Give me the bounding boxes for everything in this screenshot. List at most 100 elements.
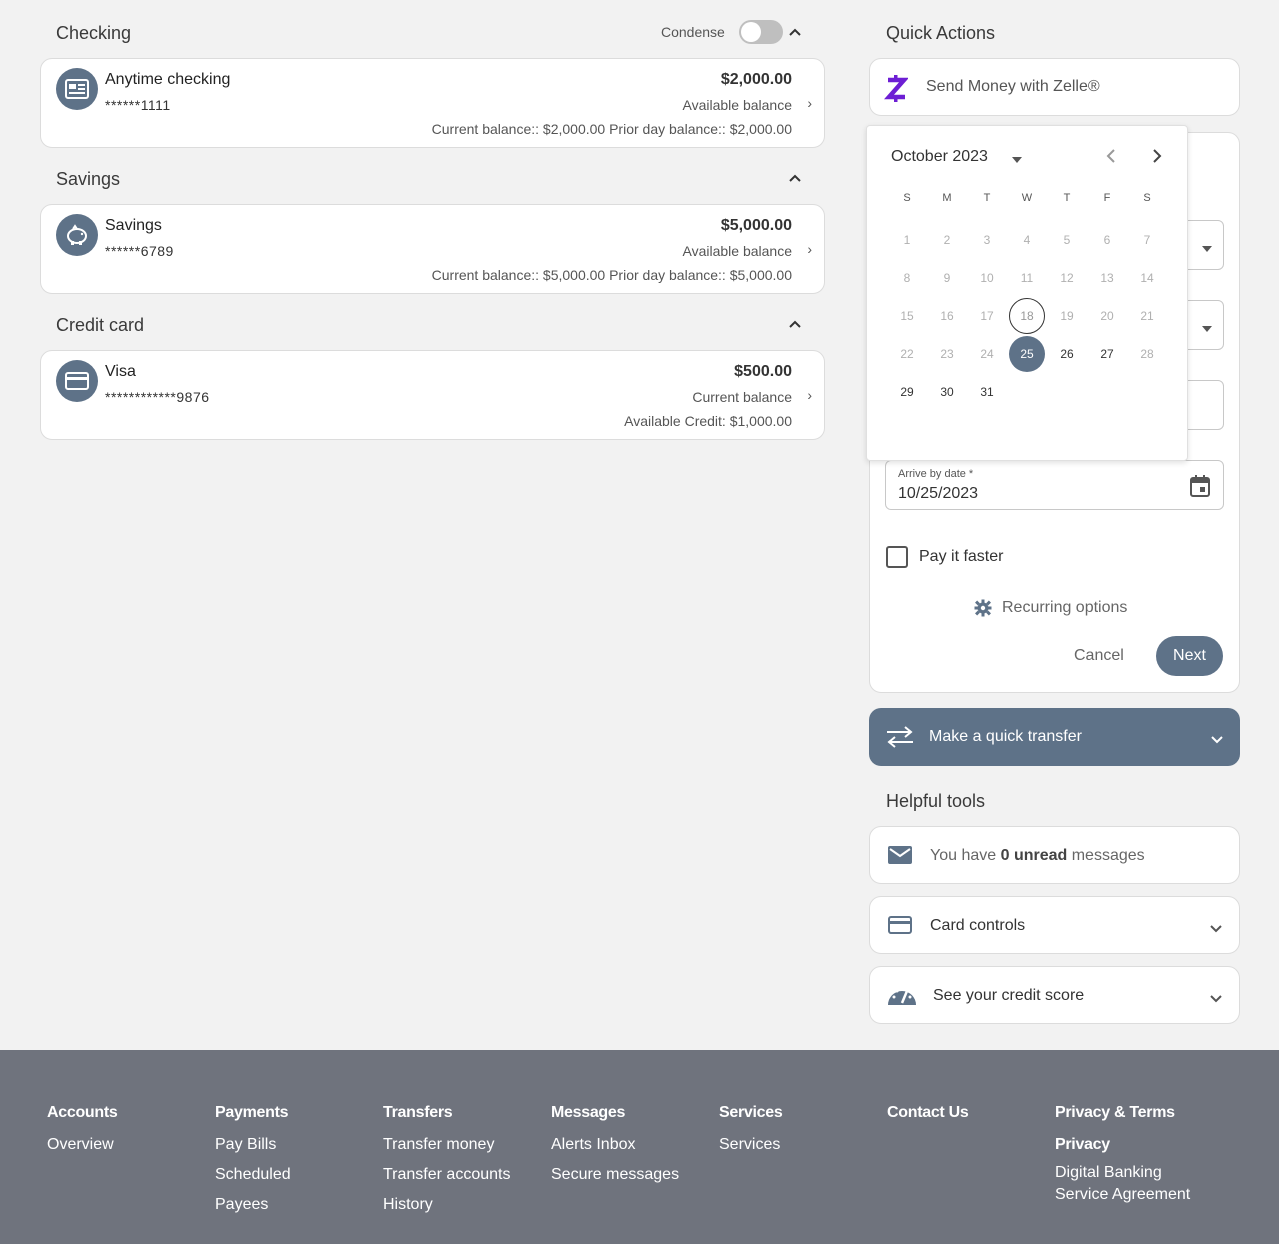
credit-section-title: Credit card <box>56 315 145 335</box>
cancel-button[interactable]: Cancel <box>1074 647 1124 665</box>
calendar-day[interactable]: 17 <box>969 298 1005 334</box>
calendar-day[interactable]: 18 <box>1009 298 1045 334</box>
calendar-day[interactable]: 19 <box>1049 298 1085 334</box>
calendar-day[interactable]: 23 <box>929 336 965 372</box>
card-controls-label: Card controls <box>930 917 1026 934</box>
toggle-knob <box>741 22 761 42</box>
collapse-savings-icon[interactable] <box>788 173 801 185</box>
account-card-credit[interactable]: Visa ************9876 $500.00 Current ba… <box>40 350 825 440</box>
balance-details: Available Credit: $1,000.00 <box>624 413 792 429</box>
month-dropdown-icon[interactable] <box>1011 151 1023 169</box>
pay-faster-checkbox[interactable] <box>886 546 908 568</box>
calendar-month-label[interactable]: October 2023 <box>891 148 988 166</box>
checking-account-icon <box>56 68 98 110</box>
calendar-day[interactable]: 6 <box>1089 222 1125 258</box>
footer-heading[interactable]: Services <box>719 1104 783 1122</box>
calendar-day[interactable]: 9 <box>929 260 965 296</box>
credit-score-tool[interactable]: See your credit score <box>869 966 1240 1024</box>
footer-heading[interactable]: Payments <box>215 1104 291 1122</box>
date-picker: October 2023 SMTWTFS 1 2 3 4 5 6 7 8 9 10 11 12 13 14… <box>866 125 1188 461</box>
dropdown-arrow-icon <box>1201 320 1213 338</box>
arrive-date-field[interactable]: Arrive by date * 10/25/2023 <box>885 460 1224 510</box>
weekday-header: F <box>1103 192 1111 204</box>
account-balance: $5,000.00 <box>720 217 792 234</box>
messages-tool[interactable]: You have 0 unread messages <box>869 826 1240 884</box>
card-controls-tool[interactable]: Card controls <box>869 896 1240 954</box>
calendar-day[interactable]: 30 <box>929 374 965 410</box>
calendar-day[interactable]: 11 <box>1009 260 1045 296</box>
footer-link[interactable]: Digital Banking <box>1055 1164 1190 1182</box>
calendar-day[interactable]: 15 <box>889 298 925 334</box>
calendar-day[interactable]: 7 <box>1129 222 1165 258</box>
chevron-right-icon[interactable]: › <box>807 241 812 257</box>
quick-transfer-label: Make a quick transfer <box>929 728 1082 745</box>
collapse-checking-icon[interactable] <box>788 27 801 39</box>
calendar-icon[interactable] <box>1189 474 1211 503</box>
calendar-day[interactable]: 29 <box>889 374 925 410</box>
account-card-savings[interactable]: Savings ******6789 $5,000.00 Available b… <box>40 204 825 294</box>
condense-toggle[interactable] <box>739 20 783 44</box>
footer-link[interactable]: Secure messages <box>551 1166 679 1184</box>
footer-col-contact: Contact Us <box>887 1104 969 1122</box>
calendar-day[interactable]: 4 <box>1009 222 1045 258</box>
calendar-day[interactable]: 24 <box>969 336 1005 372</box>
footer-heading[interactable]: Messages <box>551 1104 679 1122</box>
footer-link[interactable]: History <box>383 1196 510 1214</box>
calendar-day[interactable]: 27 <box>1089 336 1125 372</box>
calendar-day[interactable]: 13 <box>1089 260 1125 296</box>
recurring-options-button[interactable]: Recurring options <box>974 599 1127 617</box>
footer-heading[interactable]: Transfers <box>383 1104 510 1122</box>
pay-faster-label: Pay it faster <box>919 548 1004 565</box>
calendar-day[interactable]: 26 <box>1049 336 1085 372</box>
account-name: Visa <box>105 363 136 380</box>
footer-link[interactable]: Service Agreement <box>1055 1186 1190 1204</box>
footer-link[interactable]: Payees <box>215 1196 291 1214</box>
account-number: ******1111 <box>105 97 171 113</box>
calendar-day[interactable]: 14 <box>1129 260 1165 296</box>
footer-link-privacy[interactable]: Privacy <box>1055 1136 1190 1154</box>
calendar-day[interactable]: 5 <box>1049 222 1085 258</box>
chevron-right-icon[interactable]: › <box>807 387 812 403</box>
calendar-day[interactable]: 20 <box>1089 298 1125 334</box>
chevron-down-icon <box>1209 921 1223 939</box>
balance-label: Available balance <box>682 97 793 113</box>
calendar-day[interactable]: 22 <box>889 336 925 372</box>
previous-month-icon[interactable] <box>1105 148 1117 169</box>
account-name: Anytime checking <box>105 71 231 88</box>
arrive-date-value: 10/25/2023 <box>898 485 979 502</box>
footer-heading[interactable]: Privacy & Terms <box>1055 1104 1190 1122</box>
calendar-day[interactable]: 12 <box>1049 260 1085 296</box>
footer-link[interactable]: Alerts Inbox <box>551 1136 679 1154</box>
footer-link[interactable]: Services <box>719 1136 782 1154</box>
calendar-day[interactable]: 16 <box>929 298 965 334</box>
calendar-day[interactable]: 10 <box>969 260 1005 296</box>
calendar-day[interactable]: 3 <box>969 222 1005 258</box>
account-card-checking[interactable]: Anytime checking ******1111 $2,000.00 Av… <box>40 58 825 148</box>
footer-heading[interactable]: Accounts <box>47 1104 118 1122</box>
footer-col-payments: Payments Pay Bills Scheduled Payees <box>215 1104 291 1214</box>
arrive-date-label: Arrive by date * <box>898 468 974 480</box>
chevron-right-icon[interactable]: › <box>807 95 812 111</box>
calendar-day[interactable]: 2 <box>929 222 965 258</box>
gear-icon <box>974 599 992 617</box>
next-button[interactable]: Next <box>1156 636 1223 676</box>
calendar-day[interactable]: 28 <box>1129 336 1165 372</box>
footer-link[interactable]: Pay Bills <box>215 1136 291 1154</box>
footer-link[interactable]: Transfer accounts <box>383 1166 510 1184</box>
calendar-day[interactable]: 31 <box>969 374 1005 410</box>
footer-link[interactable]: Transfer money <box>383 1136 510 1154</box>
unread-count: 0 unread <box>1000 847 1068 864</box>
calendar-day[interactable]: 21 <box>1129 298 1165 334</box>
footer-heading[interactable]: Contact Us <box>887 1104 969 1122</box>
footer-link[interactable]: Scheduled <box>215 1166 291 1184</box>
calendar-day[interactable]: 8 <box>889 260 925 296</box>
quick-transfer-button[interactable]: Make a quick transfer <box>869 708 1240 766</box>
calendar-day[interactable]: 1 <box>889 222 925 258</box>
collapse-credit-icon[interactable] <box>788 319 801 331</box>
next-month-icon[interactable] <box>1151 148 1163 169</box>
zelle-button[interactable]: Send Money with Zelle® <box>869 58 1240 116</box>
footer-link[interactable]: Overview <box>47 1136 118 1154</box>
recurring-options-label: Recurring options <box>1002 599 1128 616</box>
messages-text: You have 0 unread messages <box>930 847 1145 865</box>
calendar-day[interactable]: 25 <box>1009 336 1045 372</box>
